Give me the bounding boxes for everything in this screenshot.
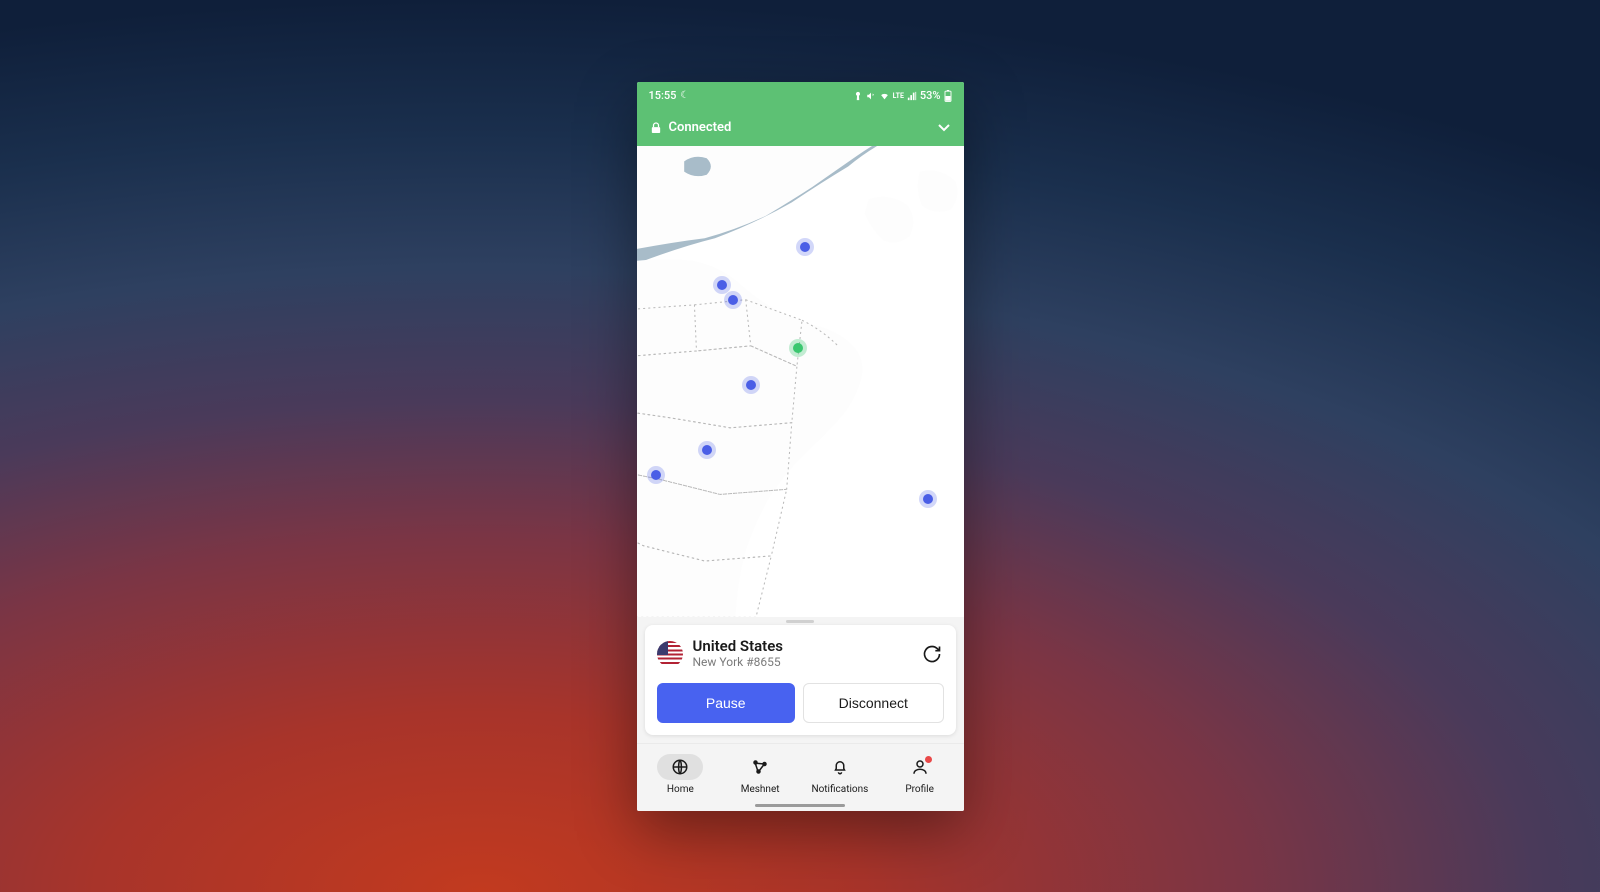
battery-percent: 53% (920, 89, 941, 102)
server-dot[interactable] (702, 445, 712, 455)
drag-handle[interactable] (786, 620, 814, 623)
nav-notifications[interactable]: Notifications (800, 754, 880, 795)
connection-status-bar[interactable]: Connected (637, 110, 964, 146)
server-dot[interactable] (717, 280, 727, 290)
server-map[interactable] (637, 146, 964, 617)
server-dot[interactable] (923, 494, 933, 504)
status-icons: LTE 53% (853, 89, 952, 102)
status-time: 15:55 (649, 89, 677, 102)
nav-meshnet[interactable]: Meshnet (720, 754, 800, 795)
moon-icon: ☾ (680, 90, 689, 101)
bell-icon (831, 758, 849, 776)
nav-profile-label: Profile (905, 784, 934, 795)
wifi-icon (879, 91, 890, 101)
country-flag-us (657, 641, 683, 667)
nav-meshnet-label: Meshnet (741, 784, 780, 795)
phone-frame: 15:55 ☾ LTE 53% Connected (637, 82, 964, 811)
home-indicator (755, 804, 845, 807)
pause-button[interactable]: Pause (657, 683, 796, 723)
server-dot[interactable] (651, 470, 661, 480)
connection-country: United States (693, 637, 910, 655)
globe-icon (671, 758, 689, 776)
signal-icon (907, 91, 917, 101)
refresh-button[interactable] (920, 642, 944, 666)
connection-server: New York #8655 (693, 655, 910, 671)
profile-badge (925, 756, 932, 763)
mute-icon (866, 91, 876, 101)
server-dot[interactable] (800, 242, 810, 252)
bottom-nav: Home Meshnet Notifications (637, 743, 964, 811)
profile-icon (911, 758, 929, 776)
status-bar: 15:55 ☾ LTE 53% (637, 82, 964, 110)
lock-icon (651, 122, 661, 134)
vpn-key-icon (853, 91, 863, 101)
meshnet-icon (751, 758, 769, 776)
server-dot-active[interactable] (793, 343, 803, 353)
nav-notifications-label: Notifications (811, 784, 868, 795)
connection-status-text: Connected (669, 120, 732, 135)
nav-home[interactable]: Home (641, 754, 721, 795)
nav-home-label: Home (667, 784, 694, 795)
server-dot[interactable] (746, 380, 756, 390)
refresh-icon (922, 644, 942, 664)
chevron-down-icon (938, 124, 950, 132)
server-dot[interactable] (728, 295, 738, 305)
nav-profile[interactable]: Profile (880, 754, 960, 795)
battery-icon (944, 90, 952, 102)
connection-card: United States New York #8655 Pause Disco… (645, 625, 956, 735)
lte-icon: LTE (893, 92, 904, 100)
disconnect-button[interactable]: Disconnect (803, 683, 944, 723)
